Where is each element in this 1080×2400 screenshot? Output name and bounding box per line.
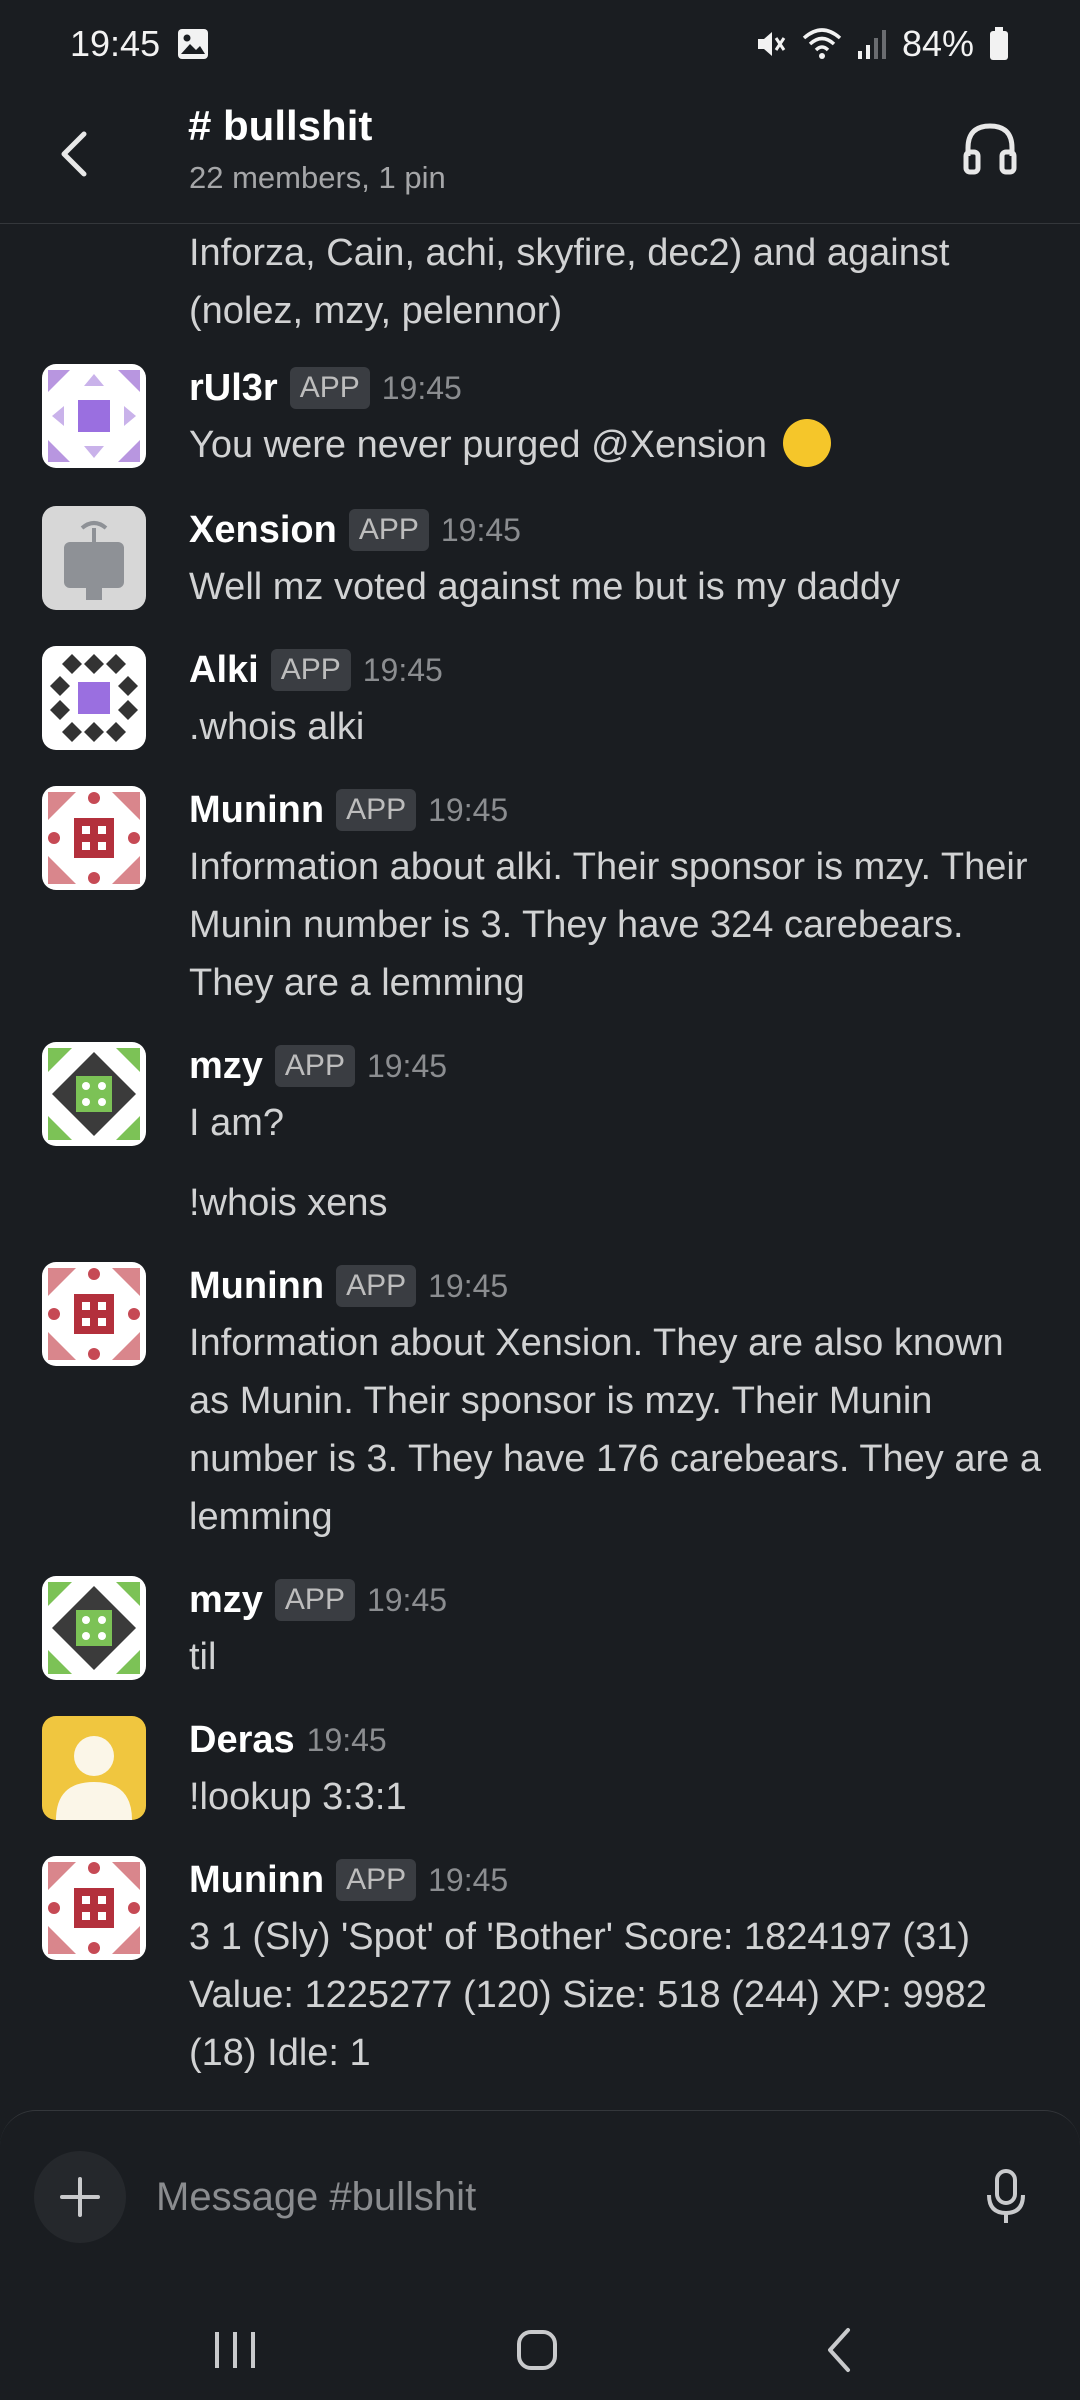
author-name[interactable]: Muninn xyxy=(189,1859,324,1902)
author-name[interactable]: Xension xyxy=(189,509,337,552)
plus-icon xyxy=(60,2177,100,2217)
avatar[interactable] xyxy=(42,786,146,890)
avatar[interactable] xyxy=(42,1856,146,1960)
signal-icon xyxy=(857,30,886,59)
app-badge: APP xyxy=(289,367,370,409)
message-header: Xension APP 19:45 xyxy=(189,502,521,558)
timestamp: 19:45 xyxy=(440,511,521,548)
message-header: Muninn APP 19:45 xyxy=(189,782,508,838)
wifi-icon xyxy=(802,28,842,59)
message-text: You were never purged @Xension xyxy=(189,416,1054,474)
home-icon xyxy=(517,2330,557,2370)
app-badge: APP xyxy=(274,1045,355,1087)
author-name[interactable]: Muninn xyxy=(189,789,324,832)
app-badge: APP xyxy=(274,1579,355,1621)
avatar[interactable] xyxy=(42,646,146,750)
message-header: rUl3r APP 19:45 xyxy=(189,360,462,416)
app-badge: APP xyxy=(336,1265,417,1307)
app-badge: APP xyxy=(336,1859,417,1901)
author-name[interactable]: mzy xyxy=(189,1045,263,1088)
message-text: 3 1 (Sly) 'Spot' of 'Bother' Score: 1824… xyxy=(189,1916,987,2074)
message-text: til xyxy=(189,1636,217,1678)
add-attachment-button[interactable] xyxy=(34,2151,126,2243)
timestamp: 19:45 xyxy=(381,369,462,406)
message-header: mzy APP 19:45 xyxy=(189,1038,447,1094)
avatar[interactable] xyxy=(42,364,146,468)
message-input[interactable] xyxy=(156,2167,956,2227)
timestamp: 19:45 xyxy=(428,1861,509,1898)
timestamp: 19:45 xyxy=(428,791,509,828)
status-right: 84% xyxy=(752,23,1010,65)
headphones-icon[interactable] xyxy=(958,116,1022,180)
author-name[interactable]: rUl3r xyxy=(189,367,278,410)
timestamp: 19:45 xyxy=(306,1721,387,1758)
author-name[interactable]: mzy xyxy=(189,1579,263,1622)
message-body: You were never purged @Xension xyxy=(189,424,767,466)
message-header: Muninn APP 19:45 xyxy=(189,1852,508,1908)
message-text: !lookup 3:3:1 xyxy=(189,1776,407,1818)
system-nav-bar xyxy=(0,2290,1080,2400)
timestamp: 19:45 xyxy=(428,1267,509,1304)
avatar[interactable] xyxy=(42,1716,146,1820)
message-header: mzy APP 19:45 xyxy=(189,1572,447,1628)
back-button[interactable] xyxy=(800,2310,880,2390)
home-button[interactable] xyxy=(497,2310,577,2390)
message-header: Muninn APP 19:45 xyxy=(189,1258,508,1314)
avatar[interactable] xyxy=(42,1262,146,1366)
microphone-icon[interactable] xyxy=(982,2167,1030,2227)
recent-apps-button[interactable] xyxy=(195,2310,275,2390)
message-continuation: Inforza, Cain, achi, skyfire, dec2) and … xyxy=(189,232,950,332)
message-text: I am? xyxy=(189,1102,285,1144)
message-composer xyxy=(0,2110,1080,2290)
timestamp: 19:45 xyxy=(366,1581,448,1618)
message-followup-text: !whois xens xyxy=(189,1182,388,1224)
message-list[interactable]: Inforza, Cain, achi, skyfire, dec2) and … xyxy=(0,224,1080,2110)
timestamp: 19:45 xyxy=(366,1047,448,1084)
author-name[interactable]: Deras xyxy=(189,1719,295,1762)
app-badge: APP xyxy=(270,649,351,691)
message-text: Information about Xension. They are also… xyxy=(189,1322,1041,1538)
message-header: Alki APP 19:45 xyxy=(189,642,443,698)
author-name[interactable]: Muninn xyxy=(189,1265,324,1308)
message-header: Deras 19:45 xyxy=(189,1712,387,1768)
back-icon xyxy=(828,2328,850,2372)
channel-title[interactable]: # bullshit xyxy=(188,102,372,150)
status-time: 19:45 xyxy=(70,23,161,64)
battery-icon xyxy=(990,27,1008,60)
status-bar: 19:45 84% xyxy=(0,0,1080,88)
sweat-smile-emoji-icon xyxy=(783,418,831,467)
message-text: Well mz voted against me but is my daddy xyxy=(189,566,901,608)
status-left: 19:45 xyxy=(70,23,210,65)
gallery-icon xyxy=(178,29,209,59)
mute-icon xyxy=(757,32,786,56)
avatar[interactable] xyxy=(42,506,146,610)
app-badge: APP xyxy=(348,509,429,551)
avatar[interactable] xyxy=(42,1576,146,1680)
message-text: .whois alki xyxy=(189,706,365,748)
timestamp: 19:45 xyxy=(362,651,443,688)
message-text: Information about alki. Their sponsor is… xyxy=(189,846,1028,1004)
back-arrow-icon[interactable] xyxy=(52,122,96,186)
channel-header: # bullshit 22 members, 1 pin xyxy=(0,88,1080,224)
channel-subtitle[interactable]: 22 members, 1 pin xyxy=(189,160,446,196)
app-badge: APP xyxy=(336,789,417,831)
author-name[interactable]: Alki xyxy=(189,649,259,692)
avatar[interactable] xyxy=(42,1042,146,1146)
battery-percent: 84% xyxy=(901,23,974,64)
recents-icon xyxy=(215,2332,255,2368)
